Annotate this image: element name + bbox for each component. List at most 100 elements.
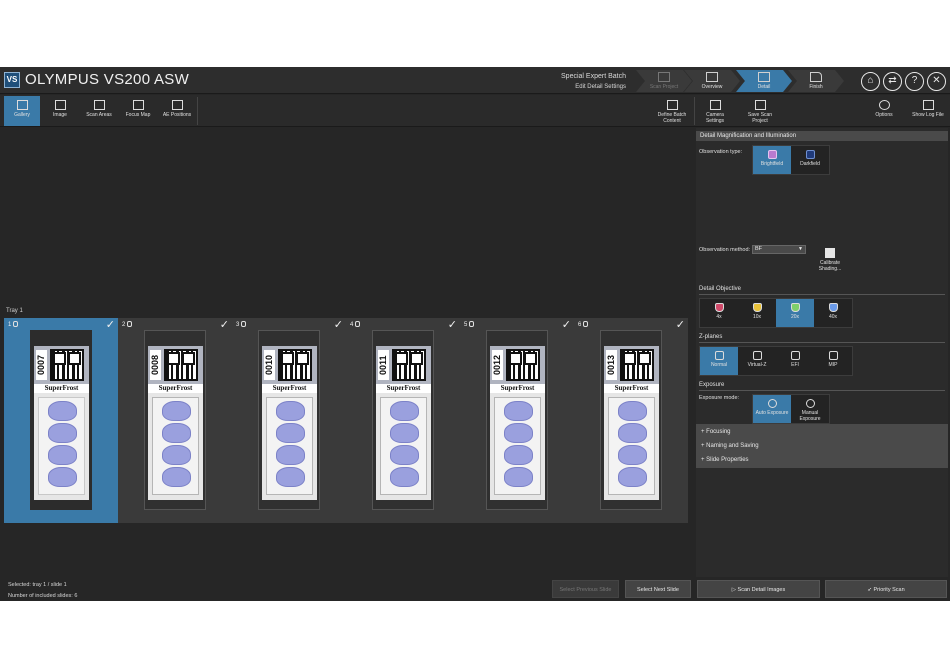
observation-type-label: Observation type: [699,149,743,155]
focus-map-icon [132,100,144,110]
objective-label: 10x [752,314,762,320]
slide-thumbnail[interactable]: 0012 SuperFrost [490,346,545,500]
options-label: Options [875,112,893,118]
slide-thumbnail[interactable]: 0010 SuperFrost [262,346,317,500]
qr-code-icon [620,349,654,381]
tray-slot[interactable]: 6 ✓ 0013 SuperFrost [574,318,688,523]
slide-thumbnail[interactable]: 0013 SuperFrost [604,346,659,500]
slide-brand-text: SuperFrost [148,384,203,393]
brightfield-option[interactable]: Brightfield [753,146,791,174]
slide-id: 0012 [492,350,503,380]
sample-area [152,397,199,495]
slide-brand-text: SuperFrost [34,384,89,393]
included-checkmark-icon[interactable]: ✓ [448,318,457,331]
included-slides-text: Number of included slides: 6 [8,593,78,599]
app-title: OLYMPUS VS200 ASW [25,71,190,88]
image-button[interactable]: Image [42,96,78,126]
tray-slot[interactable]: 3 ✓ 0010 SuperFrost [232,318,346,523]
section-label: Slide Properties [706,457,749,463]
objective-label: 40x [828,314,838,320]
help-icon[interactable]: ? [905,72,924,91]
exposure-mode-label-text: Manual Exposure [799,410,821,422]
included-checkmark-icon[interactable]: ✓ [220,318,229,331]
tissue-section [618,467,647,487]
toolbar: Gallery Image Scan Areas Focus Map AE Po… [0,95,950,127]
objective-10x-option[interactable]: 10x [738,299,776,327]
zplanes-label: Z-planes [699,334,723,340]
scan-detail-label: Scan Detail Images [737,587,786,593]
title-bar: VS OLYMPUS VS200 ASW Special Expert Batc… [0,67,950,94]
tray: 1 ✓ 0007 SuperFrost 2 ✓ 0008 SuperFrost 3 ✓ 0010 Su… [4,318,688,523]
tissue-section [48,445,77,465]
camera-settings-button[interactable]: Camera Settings [698,96,732,126]
wizard-step-overview[interactable]: Overview [684,70,740,92]
tissue-section [618,423,647,443]
scan-areas-button[interactable]: Scan Areas [80,96,118,126]
auto-exposure-option[interactable]: Auto Exposure [753,395,791,423]
objective-label: 4x [716,314,722,320]
save-scan-project-button[interactable]: Save Scan Project [740,96,780,126]
manual-exposure-option[interactable]: Manual Exposure [791,395,829,423]
objective-icon [828,303,838,312]
detail-magnification-header[interactable]: Detail Magnification and Illumination [696,131,948,141]
gallery-button[interactable]: Gallery [4,96,40,126]
app-window: VS OLYMPUS VS200 ASW Special Expert Batc… [0,67,950,601]
objective-icon [714,303,724,312]
brightfield-icon [767,150,777,159]
included-checkmark-icon[interactable]: ✓ [334,318,343,331]
slide-properties-section[interactable]: + Slide Properties [696,453,948,467]
settings-panel: Detail Magnification and Illumination Ob… [696,128,948,577]
zplane-mip-option[interactable]: MIP [814,347,852,375]
wizard-step-label: Detail [757,84,771,90]
wizard-step-detail[interactable]: Detail [736,70,792,92]
tray-slot[interactable]: 2 ✓ 0008 SuperFrost [118,318,232,523]
camera-settings-label: Camera Settings [705,112,725,124]
darkfield-option[interactable]: Darkfield [791,146,829,174]
naming-saving-section[interactable]: + Naming and Saving [696,439,948,453]
toolbar-divider [197,97,198,125]
home-icon[interactable]: ⌂ [861,72,880,91]
define-batch-content-button[interactable]: Define Batch Content [654,96,690,126]
wizard-step-finish[interactable]: Finish [788,70,844,92]
section-divider [699,294,945,295]
slide-thumbnail[interactable]: 0011 SuperFrost [376,346,431,500]
select-next-slide-button[interactable]: Select Next Slide [625,580,691,598]
priority-scan-button[interactable]: ➶ Priority Scan [825,580,947,598]
camera-icon [709,100,721,110]
options-button[interactable]: Options [868,96,900,126]
scan-detail-images-button[interactable]: ▷ Scan Detail Images [697,580,820,598]
objective-20x-option[interactable]: 20x [776,299,814,327]
tissue-section [162,401,191,421]
tray-slot[interactable]: 4 ✓ 0011 SuperFrost [346,318,460,523]
observation-method-select[interactable]: BF ▼ [752,245,806,254]
focusing-section[interactable]: + Focusing [696,425,948,439]
zplane-normal-option[interactable]: Normal [700,347,738,375]
calibrate-icon [825,248,835,258]
gallery-icon [16,100,28,110]
tray-slot[interactable]: 1 ✓ 0007 SuperFrost [4,318,118,523]
included-checkmark-icon[interactable]: ✓ [676,318,685,331]
included-checkmark-icon[interactable]: ✓ [106,318,115,331]
show-log-file-button[interactable]: Show Log File [908,96,948,126]
select-previous-slide-button[interactable]: Select Previous Slide [552,580,619,598]
calibrate-shading-button[interactable]: Calibrate Shading... [818,246,842,272]
section-label: Naming and Saving [706,443,759,449]
slide-thumbnail[interactable]: 0008 SuperFrost [148,346,203,500]
zplane-efi-option[interactable]: EFI [776,347,814,375]
objective-40x-option[interactable]: 40x [814,299,852,327]
focus-map-button[interactable]: Focus Map [120,96,156,126]
zplane-virtual-z-option[interactable]: Virtual-Z [738,347,776,375]
switch-icon[interactable]: ⇄ [883,72,902,91]
tissue-section [504,423,533,443]
included-checkmark-icon[interactable]: ✓ [562,318,571,331]
tray-slot[interactable]: 5 ✓ 0012 SuperFrost [460,318,574,523]
slide-frame: 0007 SuperFrost [30,330,92,510]
slide-thumbnail[interactable]: 0007 SuperFrost [34,346,89,500]
close-icon[interactable]: ✕ [927,72,946,91]
objective-4x-option[interactable]: 4x [700,299,738,327]
toolbar-divider [694,97,695,125]
ae-positions-button[interactable]: AE Positions [158,96,196,126]
gear-icon [878,100,890,110]
slide-id: 0010 [264,350,275,380]
tissue-section [618,445,647,465]
